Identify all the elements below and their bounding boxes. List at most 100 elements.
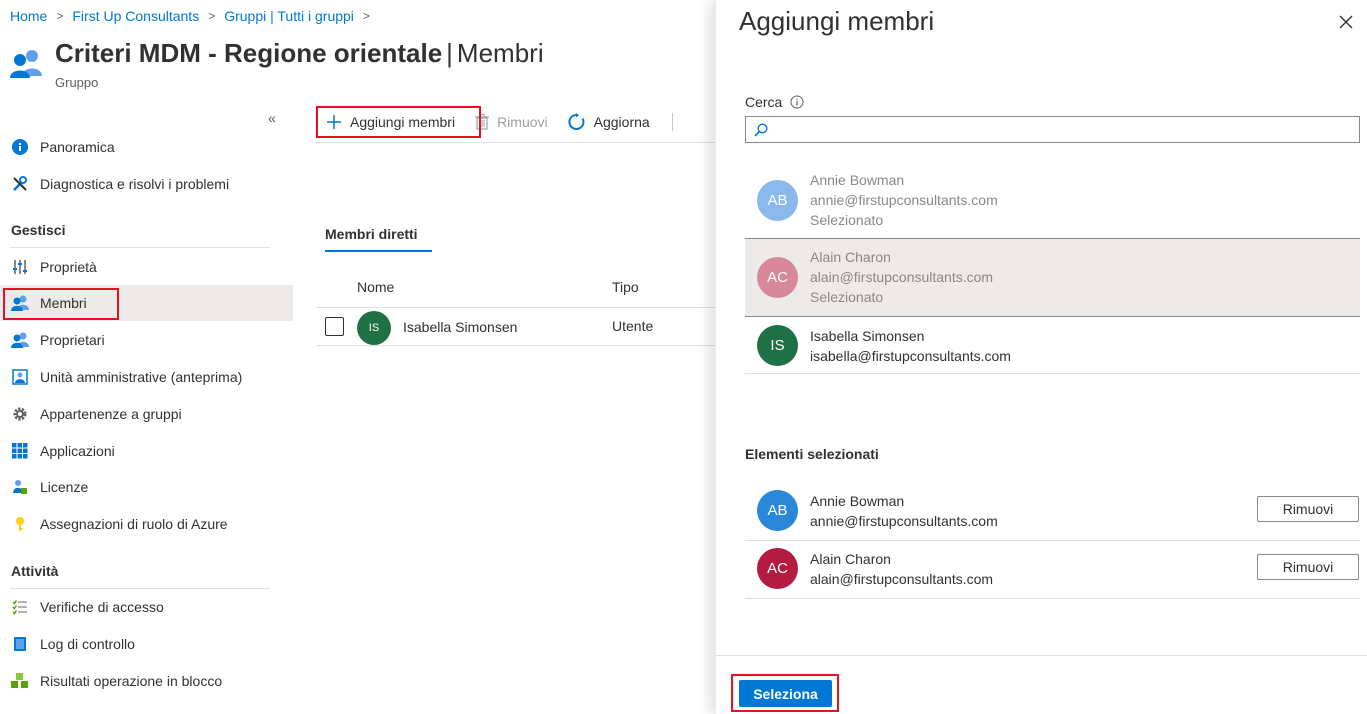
avatar: IS: [757, 325, 798, 366]
sidebar-item-label: Proprietà: [40, 259, 97, 275]
highlight-box-add-members: [316, 106, 481, 138]
result-email: isabella@firstupconsultants.com: [810, 348, 1011, 364]
chevron-right-icon: >: [208, 9, 216, 23]
cubes-icon: [11, 672, 29, 690]
sidebar-divider: [10, 247, 270, 248]
key-icon: [11, 515, 29, 533]
avatar: AC: [757, 548, 798, 589]
sidebar-item-label: Panoramica: [40, 139, 115, 155]
sidebar-item-overview[interactable]: Panoramica: [0, 129, 293, 165]
sidebar-item-group-memberships[interactable]: Appartenenze a gruppi: [0, 396, 293, 432]
sidebar-item-applications[interactable]: Applicazioni: [0, 433, 293, 469]
selected-name: Alain Charon: [810, 551, 891, 567]
selected-email: annie@firstupconsultants.com: [810, 513, 998, 529]
sidebar-section-manage: Gestisci: [11, 222, 66, 238]
breadcrumb-tenant-link[interactable]: First Up Consultants: [72, 8, 199, 24]
refresh-button[interactable]: Aggiorna: [558, 106, 660, 138]
search-field[interactable]: [745, 116, 1360, 143]
sidebar-section-activity: Attività: [11, 563, 59, 579]
search-icon: [754, 122, 768, 137]
sidebar-item-licenses[interactable]: Licenze: [0, 469, 293, 505]
result-name: Alain Charon: [810, 249, 891, 265]
column-header-type[interactable]: Tipo: [612, 279, 639, 295]
sidebar-item-label: Appartenenze a gruppi: [40, 406, 182, 422]
search-label: Cerca: [745, 94, 804, 110]
checklist-icon: [11, 598, 29, 616]
avatar: AB: [757, 490, 798, 531]
close-icon[interactable]: [1336, 12, 1356, 32]
info-icon: [11, 138, 29, 156]
grid-icon: [11, 442, 29, 460]
page-title: Criteri MDM - Regione orientale | Membri: [55, 38, 544, 69]
panel-title: Aggiungi membri: [739, 6, 935, 36]
list-divider: [745, 598, 1360, 599]
remove-label: Rimuovi: [497, 114, 548, 130]
sliders-icon: [11, 258, 29, 276]
column-header-name[interactable]: Nome: [357, 279, 394, 295]
gear-icon: [11, 405, 29, 423]
result-email: annie@firstupconsultants.com: [810, 192, 998, 208]
remove-selected-button[interactable]: Rimuovi: [1257, 496, 1359, 522]
sidebar-item-audit-logs[interactable]: Log di controllo: [0, 626, 293, 662]
sidebar-item-access-reviews[interactable]: Verifiche di accesso: [0, 589, 293, 625]
add-members-panel: Aggiungi membri Cerca AB Annie Bowman an…: [715, 0, 1367, 714]
result-name: Isabella Simonsen: [810, 328, 925, 344]
info-icon[interactable]: [790, 95, 804, 109]
result-name: Annie Bowman: [810, 172, 905, 188]
list-divider: [745, 373, 1360, 374]
sidebar-item-owners[interactable]: Proprietari: [0, 322, 293, 358]
member-type: Utente: [612, 318, 654, 334]
row-checkbox[interactable]: [325, 317, 344, 336]
list-divider: [745, 540, 1360, 541]
avatar: IS: [357, 311, 391, 345]
result-status: Selezionato: [810, 289, 884, 305]
sidebar-item-label: Assegnazioni di ruolo di Azure: [40, 516, 228, 532]
sidebar-item-label: Applicazioni: [40, 443, 115, 459]
search-result-item[interactable]: AC Alain Charon alain@firstupconsultants…: [745, 247, 1360, 313]
selected-name: Annie Bowman: [810, 493, 905, 509]
sidebar-item-azure-roles[interactable]: Assegnazioni di ruolo di Azure: [0, 506, 293, 542]
admin-unit-icon: [11, 368, 29, 386]
toolbar-divider: [316, 142, 716, 143]
search-label-text: Cerca: [745, 94, 783, 110]
breadcrumb-home-link[interactable]: Home: [10, 8, 47, 24]
member-name-link[interactable]: Isabella Simonsen: [403, 319, 517, 335]
page-title-main: Criteri MDM - Regione orientale: [55, 38, 443, 68]
chevron-right-icon: >: [56, 9, 64, 23]
toolbar-separator: [671, 113, 673, 131]
collapse-sidebar-button[interactable]: «: [268, 110, 276, 126]
sidebar-item-label: Proprietari: [40, 332, 105, 348]
sidebar-item-label: Verifiche di accesso: [40, 599, 164, 615]
remove-selected-button[interactable]: Rimuovi: [1257, 554, 1359, 580]
table-divider: [316, 307, 716, 308]
highlight-box-members: [3, 288, 119, 320]
result-email: alain@firstupconsultants.com: [810, 269, 994, 285]
selected-items-heading: Elementi selezionati: [745, 446, 879, 462]
page-subtitle: Gruppo: [55, 75, 99, 90]
sidebar-item-label: Licenze: [40, 479, 89, 495]
sidebar-item-admin-units[interactable]: Unità amministrative (anteprima): [0, 359, 293, 395]
search-result-item[interactable]: IS Isabella Simonsen isabella@firstupcon…: [745, 325, 1360, 373]
sidebar-item-diagnose[interactable]: Diagnostica e risolvi i problemi: [0, 166, 293, 202]
search-result-item[interactable]: AB Annie Bowman annie@firstupconsultants…: [745, 170, 1360, 236]
chevron-right-icon: >: [362, 9, 370, 23]
page-title-section: Membri: [456, 38, 544, 68]
sidebar-item-properties[interactable]: Proprietà: [0, 249, 293, 285]
sidebar-item-label: Risultati operazione in blocco: [40, 673, 223, 689]
sidebar-item-label: Log di controllo: [40, 636, 135, 652]
breadcrumb-groups-link[interactable]: Gruppi | Tutti i gruppi: [224, 8, 354, 24]
avatar: AC: [757, 257, 798, 298]
license-icon: [11, 478, 29, 496]
title-separator: |: [446, 38, 453, 68]
table-divider: [316, 345, 716, 346]
active-tab-indicator: [325, 250, 432, 252]
selected-email: alain@firstupconsultants.com: [810, 571, 994, 587]
book-icon: [11, 635, 29, 653]
refresh-label: Aggiorna: [593, 114, 650, 130]
search-input[interactable]: [768, 117, 1359, 142]
users-icon: [11, 331, 29, 349]
sidebar-item-bulk-results[interactable]: Risultati operazione in blocco: [0, 663, 293, 699]
tab-direct-members[interactable]: Membri diretti: [325, 226, 418, 242]
sidebar-item-label: Diagnostica e risolvi i problemi: [40, 176, 230, 192]
highlight-box-select: [731, 674, 839, 712]
